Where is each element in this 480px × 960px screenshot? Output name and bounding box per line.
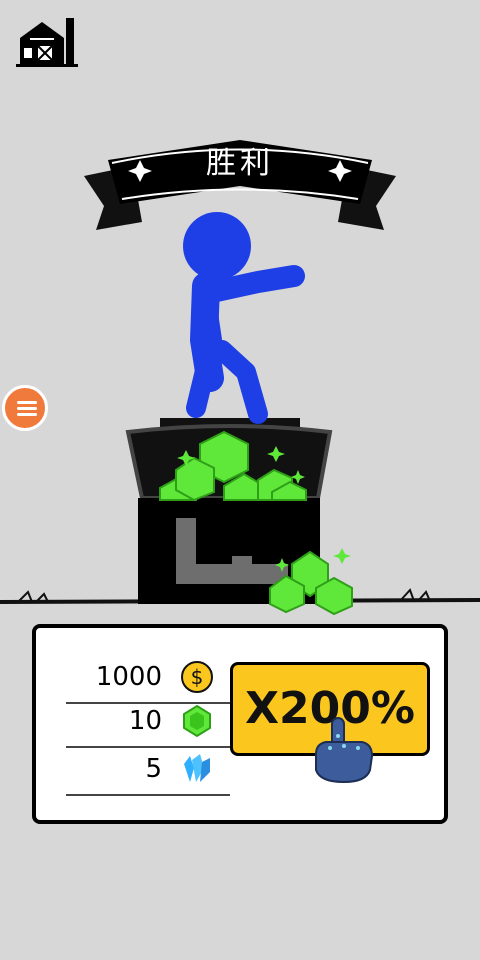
home-button[interactable] xyxy=(16,16,78,68)
reward-row-crystals: 5 xyxy=(66,748,230,796)
svg-text:$: $ xyxy=(191,665,204,689)
barn-icon xyxy=(16,18,78,67)
hamburger-menu-icon xyxy=(17,401,37,404)
victory-title: 胜利 xyxy=(206,146,274,181)
green-gem-icon xyxy=(183,704,211,738)
side-menu-button[interactable] xyxy=(2,385,48,431)
stickman-player xyxy=(183,212,305,424)
reward-row-gems: 10 xyxy=(66,700,230,748)
coin-icon: $ xyxy=(181,661,213,693)
reward-row-coins: 1000 $ xyxy=(66,656,230,704)
rewards-panel: 1000 $ 10 5 X200% xyxy=(32,624,448,824)
coin-amount: 1000 xyxy=(95,662,162,692)
crystal-amount: 5 xyxy=(145,754,162,784)
pointing-hand-icon xyxy=(315,717,374,784)
gem-amount: 10 xyxy=(128,706,162,736)
blue-crystal-icon xyxy=(184,754,210,782)
